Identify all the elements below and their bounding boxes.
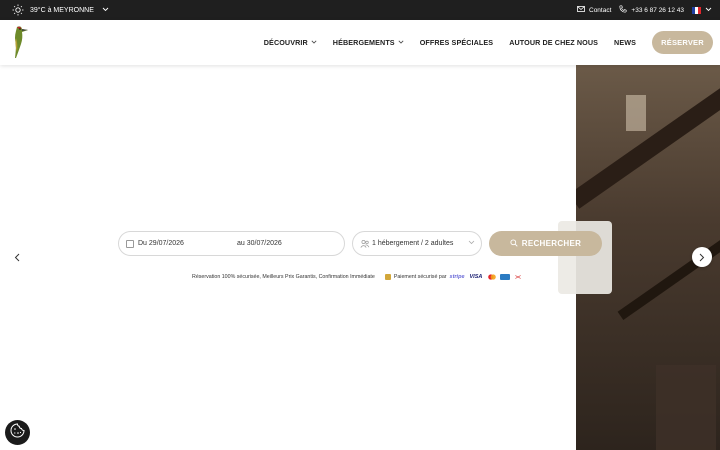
lock-icon xyxy=(384,274,391,280)
phone-link[interactable]: +33 6 87 26 12 43 xyxy=(619,5,684,15)
search-button-label: RECHERCHER xyxy=(521,239,582,248)
hero-image-chair xyxy=(656,365,716,450)
calendar-icon xyxy=(126,240,134,248)
chevron-left-icon xyxy=(14,253,20,261)
language-selector[interactable] xyxy=(692,6,712,14)
hero-image-beam xyxy=(576,79,720,209)
phone-icon xyxy=(619,5,627,15)
arrival-value: 29/07/2026 xyxy=(148,240,184,247)
amex-logo xyxy=(500,274,511,280)
nav-item-offres-speciales[interactable]: OFFRES SPÉCIALES xyxy=(412,38,502,47)
envelope-icon xyxy=(577,6,585,14)
cookie-icon xyxy=(10,422,25,443)
cookie-settings-button[interactable] xyxy=(5,420,30,445)
main-header: DÉCOUVRIR HÉBERGEMENTS OFFRES SPÉCIALES … xyxy=(0,20,720,65)
chevron-down-icon xyxy=(311,40,317,46)
date-range-field[interactable]: Du 29/07/2026 au 30/07/2026 xyxy=(118,231,345,256)
arrival-label: Du xyxy=(138,240,147,247)
guests-value: 1 hébergement / 2 adultes xyxy=(372,240,454,247)
contact-link[interactable]: Contact xyxy=(577,6,611,14)
departure-date[interactable]: au 30/07/2026 xyxy=(237,240,282,247)
nav-label: AUTOUR DE CHEZ NOUS xyxy=(509,38,599,47)
book-button[interactable]: RÉSERVER xyxy=(652,31,713,54)
nav-item-decouvrir[interactable]: DÉCOUVRIR xyxy=(256,38,325,47)
nav-label: OFFRES SPÉCIALES xyxy=(419,38,494,47)
weather-text: 39°C à MEYRONNE xyxy=(30,6,94,14)
chevron-right-icon xyxy=(699,253,705,261)
trust-text: Réservation 100% sécurisée, Meilleurs Pr… xyxy=(192,274,375,280)
guests-selector[interactable]: 1 hébergement / 2 adultes xyxy=(352,231,482,256)
people-icon xyxy=(360,239,370,249)
nav-item-news[interactable]: NEWS xyxy=(606,38,644,47)
fr-flag-icon xyxy=(692,6,701,14)
weather-widget[interactable]: 39°C à MEYRONNE xyxy=(12,0,109,20)
hero-image-door xyxy=(626,95,646,131)
payment-card-icon xyxy=(513,274,523,280)
carousel-prev-button[interactable] xyxy=(7,247,27,267)
nav-label: NEWS xyxy=(614,38,636,47)
nav-item-hebergements[interactable]: HÉBERGEMENTS xyxy=(325,38,412,47)
top-bar: 39°C à MEYRONNE Contact +33 6 87 26 12 4… xyxy=(0,0,720,20)
payment-text: Paiement sécurisé par xyxy=(393,274,447,280)
nav-label: DÉCOUVRIR xyxy=(263,38,308,47)
carousel-next-button[interactable] xyxy=(692,247,712,267)
departure-label: au xyxy=(237,240,245,247)
phone-number: +33 6 87 26 12 43 xyxy=(631,6,684,14)
chevron-down-icon xyxy=(468,240,475,247)
mastercard-logo xyxy=(487,274,497,280)
hero-image-beam xyxy=(617,220,720,320)
main-nav: DÉCOUVRIR HÉBERGEMENTS OFFRES SPÉCIALES … xyxy=(256,20,644,65)
chevron-down-icon xyxy=(705,7,712,14)
visa-logo: VISA xyxy=(469,274,483,280)
secure-payment: Paiement sécurisé par stripe VISA xyxy=(384,274,524,280)
chevron-down-icon xyxy=(102,7,109,14)
nav-label: HÉBERGEMENTS xyxy=(332,38,395,47)
search-icon xyxy=(510,238,518,249)
search-button[interactable]: RECHERCHER xyxy=(489,231,602,256)
nav-item-autour-de-chez-nous[interactable]: AUTOUR DE CHEZ NOUS xyxy=(501,38,606,47)
chevron-down-icon xyxy=(398,40,404,46)
contact-label: Contact xyxy=(589,6,612,14)
departure-value: 30/07/2026 xyxy=(246,240,282,247)
woodpecker-logo[interactable] xyxy=(7,24,33,60)
stripe-logo: stripe xyxy=(449,274,465,280)
arrival-date[interactable]: Du 29/07/2026 xyxy=(138,240,184,247)
trust-strip: Réservation 100% sécurisée, Meilleurs Pr… xyxy=(192,274,523,280)
sun-icon xyxy=(12,4,24,16)
